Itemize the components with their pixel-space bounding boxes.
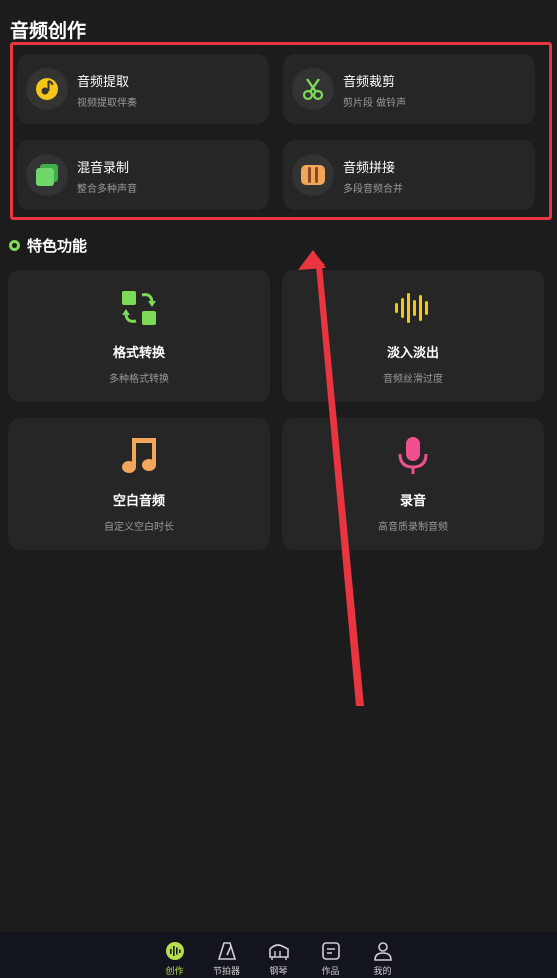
metronome-icon [216,940,238,962]
page-title: 音频创作 [10,20,87,42]
nav-item-works[interactable]: 作品 [311,932,351,978]
format-convert-icon [117,286,161,330]
music-note-icon [117,434,161,478]
section-dot-icon [9,240,20,251]
nav-label: 创作 [165,967,184,977]
feature-card-record[interactable]: 录音 高音质录制音频 [282,418,544,550]
nav-label: 我的 [373,967,392,977]
nav-item-profile[interactable]: 我的 [363,932,403,978]
feature-title: 淡入淡出 [386,346,439,361]
annotation-arrow-head [298,250,326,270]
feature-title: 空白音频 [112,494,165,509]
feature-title: 格式转换 [112,346,165,361]
feature-card-fade[interactable]: 淡入淡出 音频丝滑过度 [282,270,544,402]
piano-icon [268,940,290,962]
create-icon [164,940,186,962]
feature-title: 录音 [399,494,426,509]
feature-subtitle: 音频丝滑过度 [383,374,443,385]
feature-subtitle: 多种格式转换 [109,374,169,385]
section-title: 特色功能 [27,237,88,255]
bottom-nav: 创作 节拍器 钢琴 作品 我的 [0,932,557,978]
nav-item-metronome[interactable]: 节拍器 [207,932,247,978]
microphone-icon [391,434,435,478]
works-icon [320,940,342,962]
nav-item-create[interactable]: 创作 [155,932,195,978]
feature-subtitle: 高音质录制音频 [378,522,448,533]
waveform-icon [391,286,435,330]
profile-icon [372,940,394,962]
feature-subtitle: 自定义空白时长 [104,522,174,533]
nav-label: 钢琴 [269,967,288,977]
feature-card-format-convert[interactable]: 格式转换 多种格式转换 [8,270,270,402]
nav-label: 作品 [321,967,340,977]
feature-card-blank-audio[interactable]: 空白音频 自定义空白时长 [8,418,270,550]
nav-item-piano[interactable]: 钢琴 [259,932,299,978]
nav-label: 节拍器 [212,967,240,977]
section-header: 特色功能 [9,235,87,256]
highlight-box [10,42,552,220]
